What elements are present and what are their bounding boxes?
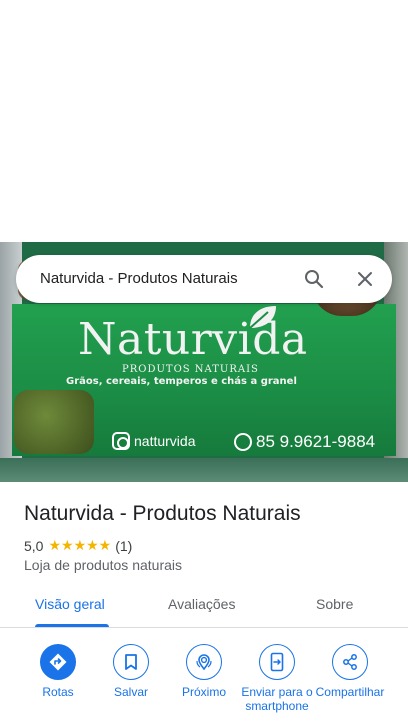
place-category: Loja de produtos naturais xyxy=(24,557,182,573)
map-area-blank xyxy=(0,0,408,242)
photo-beans-decoration xyxy=(14,390,94,454)
photo-ground xyxy=(0,458,408,482)
share-label: Compartilhar xyxy=(315,685,385,699)
send-to-phone-button[interactable]: Enviar para o smartphone xyxy=(238,644,316,713)
whatsapp-number: 85 9.9621-9884 xyxy=(256,432,376,451)
instagram-handle: natturvida xyxy=(134,433,196,449)
photo-tagline: PRODUTOS NATURAIS xyxy=(122,364,259,375)
whatsapp-icon xyxy=(234,433,252,451)
save-button[interactable]: Salvar xyxy=(92,644,170,699)
send-to-phone-icon xyxy=(259,644,295,680)
directions-icon xyxy=(40,644,76,680)
save-label: Salvar xyxy=(113,685,148,699)
close-icon[interactable] xyxy=(351,265,379,293)
place-title: Naturvida - Produtos Naturais xyxy=(24,502,301,525)
share-button[interactable]: Compartilhar xyxy=(311,644,389,699)
photo-tagline-products: Grãos, cereais, temperos e chás a granel xyxy=(66,376,297,387)
directions-button[interactable]: Rotas xyxy=(19,644,97,699)
nearby-icon xyxy=(186,644,222,680)
send-to-phone-label: Enviar para o smartphone xyxy=(241,685,313,713)
action-row: Rotas Salvar Próximo Enviar para o smart… xyxy=(0,644,408,726)
place-tabs: Visão geral Avaliações Sobre xyxy=(0,582,408,628)
review-count[interactable]: (1) xyxy=(115,538,132,554)
photo-brand-text: Naturvida xyxy=(78,314,308,365)
rating-value: 5,0 xyxy=(24,537,44,554)
directions-label: Rotas xyxy=(42,685,74,699)
photo-whatsapp: 85 9.9621-9884 xyxy=(234,432,375,452)
bookmark-icon xyxy=(113,644,149,680)
place-rating[interactable]: 5,0 ★★★★★ (1) xyxy=(24,537,132,554)
tab-active-indicator xyxy=(35,624,109,627)
share-icon xyxy=(332,644,368,680)
instagram-icon xyxy=(112,432,130,450)
nearby-button[interactable]: Próximo xyxy=(165,644,243,699)
tab-about[interactable]: Sobre xyxy=(316,596,353,612)
photo-instagram: natturvida xyxy=(112,432,195,450)
tab-overview[interactable]: Visão geral xyxy=(35,596,105,612)
star-rating-icon: ★★★★★ xyxy=(48,537,112,553)
search-icon[interactable] xyxy=(300,265,328,293)
nearby-label: Próximo xyxy=(181,685,226,699)
search-bar[interactable]: Naturvida - Produtos Naturais xyxy=(16,255,392,303)
search-input[interactable]: Naturvida - Produtos Naturais xyxy=(40,270,238,287)
tab-reviews[interactable]: Avaliações xyxy=(168,596,235,612)
